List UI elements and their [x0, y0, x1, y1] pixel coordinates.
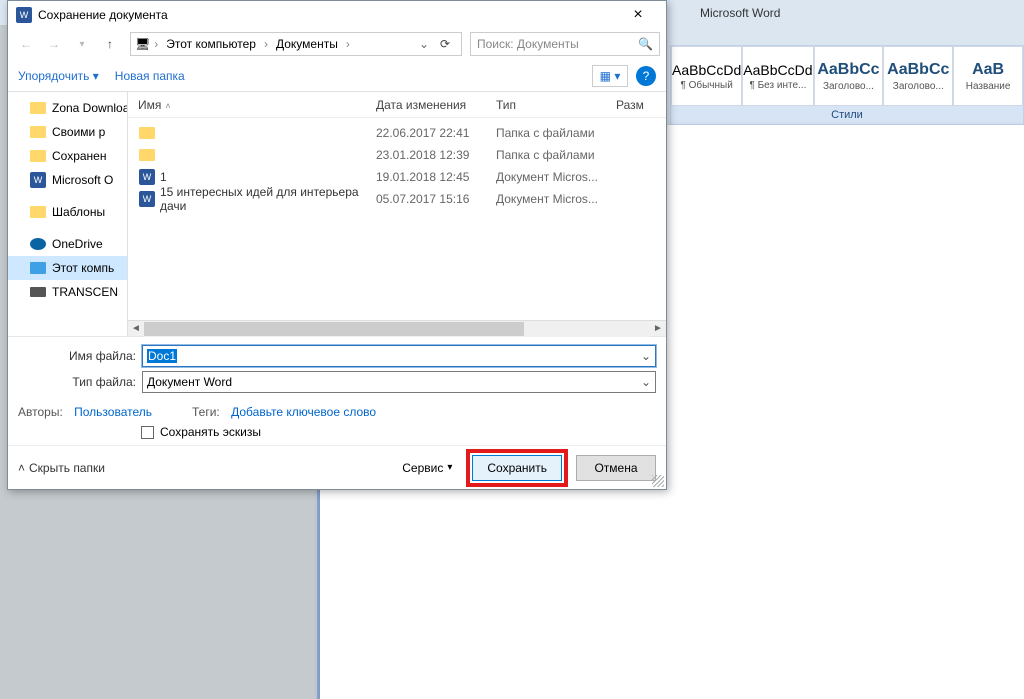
onedrive-icon — [30, 238, 46, 250]
file-row[interactable]: 22.06.2017 22:41Папка с файлами — [128, 122, 666, 144]
word-icon: W — [139, 169, 155, 185]
breadcrumb-folder[interactable]: Документы — [272, 37, 342, 51]
style-cell[interactable]: AaBbCcDd¶ Без инте... — [742, 46, 813, 106]
filetype-select[interactable]: Документ Word ⌄ — [142, 371, 656, 393]
chevron-right-icon: › — [264, 37, 268, 51]
chevron-down-icon[interactable]: ⌄ — [637, 346, 655, 366]
folder-icon — [139, 127, 155, 139]
word-app-title: Microsoft Word — [700, 6, 780, 20]
chevron-up-icon: ˄ — [18, 461, 25, 475]
folder-icon — [30, 102, 46, 114]
filetype-value: Документ Word — [147, 375, 232, 389]
scroll-left-icon[interactable]: ◄ — [128, 321, 144, 337]
nav-forward-icon[interactable]: → — [42, 32, 66, 56]
tree-item[interactable]: OneDrive — [8, 232, 127, 256]
chevron-down-icon: ▾ — [447, 462, 452, 473]
search-placeholder: Поиск: Документы — [477, 37, 579, 51]
word-icon: W — [16, 7, 32, 23]
disk-icon — [30, 287, 46, 297]
pc-icon: 🖥 — [135, 37, 150, 51]
tree-item[interactable]: TRANSCEN — [8, 280, 127, 304]
breadcrumb-root[interactable]: Этот компьютер — [162, 37, 260, 51]
column-headers[interactable]: Имя˄ Дата изменения Тип Разм — [128, 92, 666, 118]
chevron-right-icon: › — [154, 37, 158, 51]
file-list[interactable]: 22.06.2017 22:41Папка с файлами23.01.201… — [128, 118, 666, 320]
styles-caption: Стили — [671, 106, 1023, 124]
help-button[interactable]: ? — [636, 66, 656, 86]
resize-handle[interactable] — [652, 475, 664, 487]
filetype-label: Тип файла: — [18, 375, 136, 389]
address-bar[interactable]: 🖥 › Этот компьютер › Документы › ⌄ ⟳ — [130, 32, 462, 56]
save-button[interactable]: Сохранить — [472, 455, 562, 481]
authors-value[interactable]: Пользователь — [74, 405, 152, 419]
folder-icon — [30, 150, 46, 162]
view-options-button[interactable]: ▦ ▾ — [592, 65, 628, 87]
column-date[interactable]: Дата изменения — [376, 98, 496, 112]
style-cell[interactable]: AaBНазвание — [953, 46, 1023, 106]
column-name[interactable]: Имя˄ — [138, 98, 376, 112]
style-cell[interactable]: AaBbCcЗаголово... — [814, 46, 884, 106]
authors-label: Авторы: — [18, 405, 63, 419]
styles-gallery: AaBbCcDd¶ ОбычныйAaBbCcDd¶ Без инте...Aa… — [670, 45, 1024, 125]
filename-label: Имя файла: — [18, 349, 136, 363]
dialog-title: Сохранение документа — [38, 8, 168, 22]
style-cell[interactable]: AaBbCcDd¶ Обычный — [671, 46, 742, 106]
nav-back-icon[interactable]: ← — [14, 32, 38, 56]
folder-icon — [30, 206, 46, 218]
cancel-button[interactable]: Отмена — [576, 455, 656, 481]
nav-up-icon[interactable]: ↑ — [98, 32, 122, 56]
search-input[interactable]: Поиск: Документы 🔍 — [470, 32, 660, 56]
tree-item[interactable]: Шаблоны — [8, 200, 127, 224]
word-icon: W — [139, 191, 155, 207]
refresh-icon[interactable]: ⟳ — [433, 37, 457, 51]
tree-item[interactable]: Этот компь — [8, 256, 127, 280]
horizontal-scrollbar[interactable]: ◄ ► — [128, 320, 666, 336]
scroll-right-icon[interactable]: ► — [650, 321, 666, 337]
filename-input[interactable]: Doc1 ⌄ — [142, 345, 656, 367]
new-folder-button[interactable]: Новая папка — [115, 69, 185, 83]
save-button-highlight: Сохранить — [466, 449, 568, 487]
scroll-thumb[interactable] — [144, 322, 524, 336]
nav-history-dropdown[interactable]: ▾ — [70, 32, 94, 56]
column-size[interactable]: Разм — [616, 98, 656, 112]
search-icon: 🔍 — [638, 37, 653, 51]
organize-button[interactable]: Упорядочить ▾ — [18, 69, 99, 83]
tags-value[interactable]: Добавьте ключевое слово — [231, 405, 376, 419]
file-row[interactable]: W15 интересных идей для интерьера дачи05… — [128, 188, 666, 210]
folder-tree[interactable]: Zona DownloadsСвоими рСохраненWMicrosoft… — [8, 92, 128, 336]
sort-indicator-icon: ˄ — [165, 101, 170, 111]
tree-item[interactable]: WMicrosoft O — [8, 168, 127, 192]
file-row[interactable]: 23.01.2018 12:39Папка с файлами — [128, 144, 666, 166]
close-button[interactable]: × — [618, 1, 658, 28]
word-icon: W — [30, 172, 46, 188]
save-dialog: W Сохранение документа × ← → ▾ ↑ 🖥 › Это… — [7, 0, 667, 490]
folder-icon — [30, 126, 46, 138]
address-dropdown-icon[interactable]: ⌄ — [419, 37, 429, 51]
pc-icon — [30, 262, 46, 274]
style-cell[interactable]: AaBbCcЗаголово... — [883, 46, 953, 106]
filename-value: Doc1 — [147, 349, 177, 363]
tree-item[interactable]: Сохранен — [8, 144, 127, 168]
save-thumbnail-checkbox[interactable] — [141, 426, 154, 439]
tree-item[interactable]: Своими р — [8, 120, 127, 144]
chevron-right-icon: › — [346, 37, 350, 51]
service-dropdown[interactable]: Сервис ▾ — [402, 461, 452, 475]
column-type[interactable]: Тип — [496, 98, 616, 112]
chevron-down-icon[interactable]: ⌄ — [637, 372, 655, 392]
save-thumbnail-label: Сохранять эскизы — [160, 425, 261, 439]
folder-icon — [139, 149, 155, 161]
hide-folders-button[interactable]: ˄ Скрыть папки — [18, 461, 105, 475]
tree-item[interactable]: Zona Downloads — [8, 96, 127, 120]
tags-label: Теги: — [192, 405, 220, 419]
